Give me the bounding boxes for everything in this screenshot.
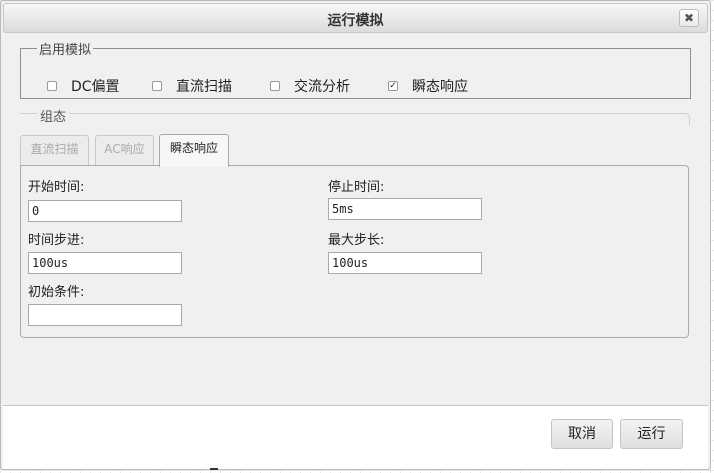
close-icon: ✖ [683, 11, 695, 25]
max-step-input[interactable]: 100us [328, 252, 482, 274]
enable-simulation-legend: 启用模拟 [39, 43, 92, 58]
dc-bias-label: DC偏置 [71, 79, 120, 95]
tab-ac-response[interactable]: AC响应 [95, 135, 154, 165]
initial-conditions-input[interactable] [28, 304, 182, 326]
dialog-title: 运行模拟 [327, 13, 384, 29]
run-simulation-dialog: 运行模拟 ✖ 启用模拟 DC偏置 直流扫描 交流分析 ✓ 瞬态响应 组态 直流扫… [0, 0, 711, 470]
checkbox-dc-sweep[interactable]: 直流扫描 [152, 76, 232, 96]
time-step-label: 时间步进: [28, 233, 85, 248]
canvas-mark [210, 468, 218, 470]
transient-settings-panel: 开始时间: 0 停止时间: 5ms 时间步进: 100us 最大步长: 100u… [20, 165, 689, 338]
enable-simulation-group: 启用模拟 DC偏置 直流扫描 交流分析 ✓ 瞬态响应 [20, 39, 691, 99]
tab-dc-sweep[interactable]: 直流扫描 [20, 135, 89, 165]
stop-time-label: 停止时间: [328, 180, 385, 195]
cancel-button[interactable]: 取消 [551, 419, 613, 449]
transient-label: 瞬态响应 [412, 79, 468, 95]
transient-checkbox[interactable]: ✓ [388, 81, 398, 91]
ac-analysis-label: 交流分析 [294, 79, 350, 95]
checkbox-dc-bias[interactable]: DC偏置 [47, 76, 120, 96]
close-button[interactable]: ✖ [679, 9, 699, 27]
start-time-label: 开始时间: [28, 180, 85, 195]
dialog-footer: 取消 运行 [3, 405, 708, 469]
start-time-input[interactable]: 0 [28, 200, 182, 222]
config-section-border [20, 113, 690, 125]
time-step-input[interactable]: 100us [28, 252, 182, 274]
max-step-label: 最大步长: [328, 233, 385, 248]
initial-conditions-label: 初始条件: [28, 285, 85, 300]
run-button[interactable]: 运行 [620, 419, 683, 449]
tab-transient[interactable]: 瞬态响应 [159, 134, 229, 167]
checkbox-ac-analysis[interactable]: 交流分析 [270, 76, 350, 96]
dialog-titlebar[interactable]: 运行模拟 ✖ [3, 3, 708, 33]
config-section-title: 组态 [37, 106, 70, 125]
checkmark-icon: ✓ [389, 81, 397, 91]
checkbox-transient[interactable]: ✓ 瞬态响应 [388, 76, 468, 96]
ac-analysis-checkbox[interactable] [270, 81, 280, 91]
stop-time-input[interactable]: 5ms [328, 198, 482, 220]
dc-sweep-label: 直流扫描 [176, 79, 232, 95]
dc-bias-checkbox[interactable] [47, 81, 57, 91]
dc-sweep-checkbox[interactable] [152, 81, 162, 91]
